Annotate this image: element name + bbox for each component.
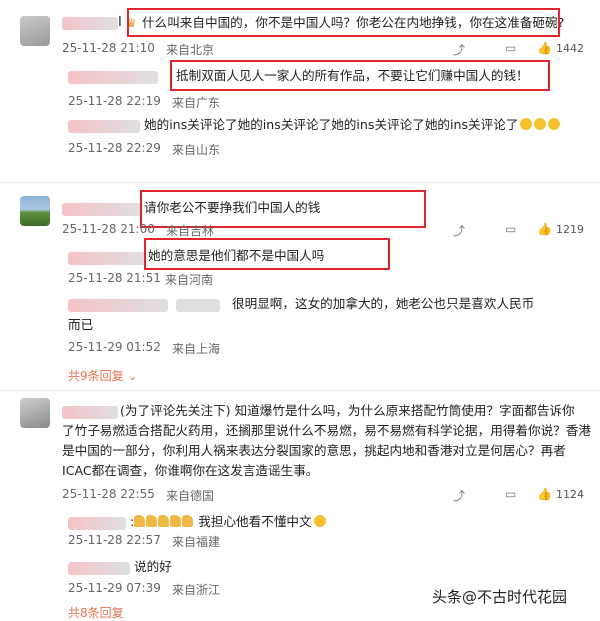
comment-icon: ▭ [505,41,517,55]
avatar[interactable] [20,398,50,428]
reply-text: : 我担心他看不懂中文 [130,512,326,532]
comment-location: 来自德国 [166,489,215,503]
reply-text: 很明显啊，这女的加拿大的，她老公也只是喜欢人民币 [232,296,535,311]
reply-button[interactable]: ▭ [505,222,516,236]
reply-text: 她的ins关评论了她的ins关评论了她的ins关评论了她的ins关评论了 [144,115,561,135]
reply-text-continued: 而已 [68,317,94,332]
emoji-icon [548,118,561,130]
reply-username[interactable] [68,562,130,575]
comment-icon: ▭ [505,222,517,236]
thumbs-up-icon: 👍 [537,487,552,501]
share-button[interactable]: ⤴ [453,487,465,504]
reply-username[interactable] [68,252,146,265]
avatar[interactable] [20,196,50,226]
share-icon: ⤴ [453,43,466,57]
divider [0,390,600,391]
comment-text-line: (为了评论先关注下) 知道爆竹是什么吗，为什么原来搭配竹筒使用？字面都告诉你 [120,403,575,418]
reply-time: 25-11-28 22:29 [68,141,161,155]
more-replies-label: 共8条回复 [68,606,124,620]
reply-text-content: 我担心他看不懂中文 [198,514,312,529]
comment-text-line: ICAC都在调查，你谁啊你在这发言造谣生事。 [62,463,319,478]
reply-button[interactable]: ▭ [505,487,516,501]
like-count: 1442 [555,41,584,55]
reply-time: 25-11-29 01:52 [68,340,161,354]
reply-text-content: 她的ins关评论了她的ins关评论了她的ins关评论了她的ins关评论了 [144,117,519,132]
more-replies-link[interactable]: 共9条回复 ⌄ [68,367,138,384]
watermark: 头条@不古时代花园 [432,588,568,606]
divider [0,182,600,183]
thumbs-up-emoji [158,515,170,527]
reply-location: 来自福建 [172,535,221,549]
thumbs-up-emoji [182,515,194,527]
username[interactable] [62,203,142,216]
reply-text: 说的好 [134,559,172,574]
reply-username[interactable] [68,71,158,84]
thumbs-up-emoji [146,515,158,527]
like-count: 1219 [555,222,584,236]
username-suffix: I [118,15,122,30]
comment-time: 25-11-28 22:55 [62,487,155,501]
reply-time: 25-11-28 22:57 [68,533,161,547]
comment-location: 来自吉林 [166,224,215,238]
like-button[interactable]: 👍 1124 [537,487,584,501]
comment-location: 来自北京 [166,43,215,57]
reply-username[interactable] [176,299,220,312]
share-icon: ⤴ [453,489,466,503]
reply-location: 来自上海 [172,342,221,356]
reply-username[interactable] [68,120,140,133]
chevron-down-icon: ⌄ [127,369,138,383]
thumbs-up-emoji [134,515,146,527]
reply-location: 来自浙江 [172,583,221,597]
reply-button[interactable]: ▭ [505,41,516,55]
emoji-icon [520,118,533,130]
reply-username[interactable] [68,517,126,530]
highlight-box [144,238,390,270]
reply-location: 来自山东 [172,143,221,157]
more-replies-label: 共9条回复 [68,369,124,383]
share-icon: ⤴ [453,224,466,238]
thumbs-up-emoji [170,515,182,527]
share-button[interactable]: ⤴ [453,222,465,239]
thumbs-up-icon: 👍 [537,222,552,236]
reply-time: 25-11-28 21:51 [68,271,161,285]
comment-icon: ▭ [505,487,517,501]
comment-text-line: 了竹子易燃适合搭配火药用，还搁那里说什么不易燃，易不易燃有科学论据，用得着你说？… [62,423,591,438]
highlight-box [127,8,560,37]
reply-location: 来自河南 [165,273,214,287]
emoji-icon [534,118,547,130]
comment-time: 25-11-28 21:10 [62,41,155,55]
reply-time: 25-11-29 07:39 [68,581,161,595]
emoji-icon [313,515,326,527]
reply-time: 25-11-28 22:19 [68,94,161,108]
username[interactable] [62,17,118,30]
avatar[interactable] [20,16,50,46]
like-count: 1124 [555,487,584,501]
like-button[interactable]: 👍 1442 [537,41,584,55]
more-replies-link[interactable]: 共8条回复 [68,604,124,621]
comment-time: 25-11-28 21:00 [62,222,155,236]
highlight-box [170,60,550,91]
like-button[interactable]: 👍 1219 [537,222,584,236]
reply-location: 来自广东 [172,96,221,110]
share-button[interactable]: ⤴ [453,41,465,58]
reply-username[interactable] [68,299,168,312]
username[interactable] [62,406,118,419]
thumbs-up-icon: 👍 [537,41,552,55]
comment-text-line: 是中国的一部分，你利用人祸来表达分裂国家的意思，挑起内地和香港对立是何居心？再者 [62,443,566,458]
